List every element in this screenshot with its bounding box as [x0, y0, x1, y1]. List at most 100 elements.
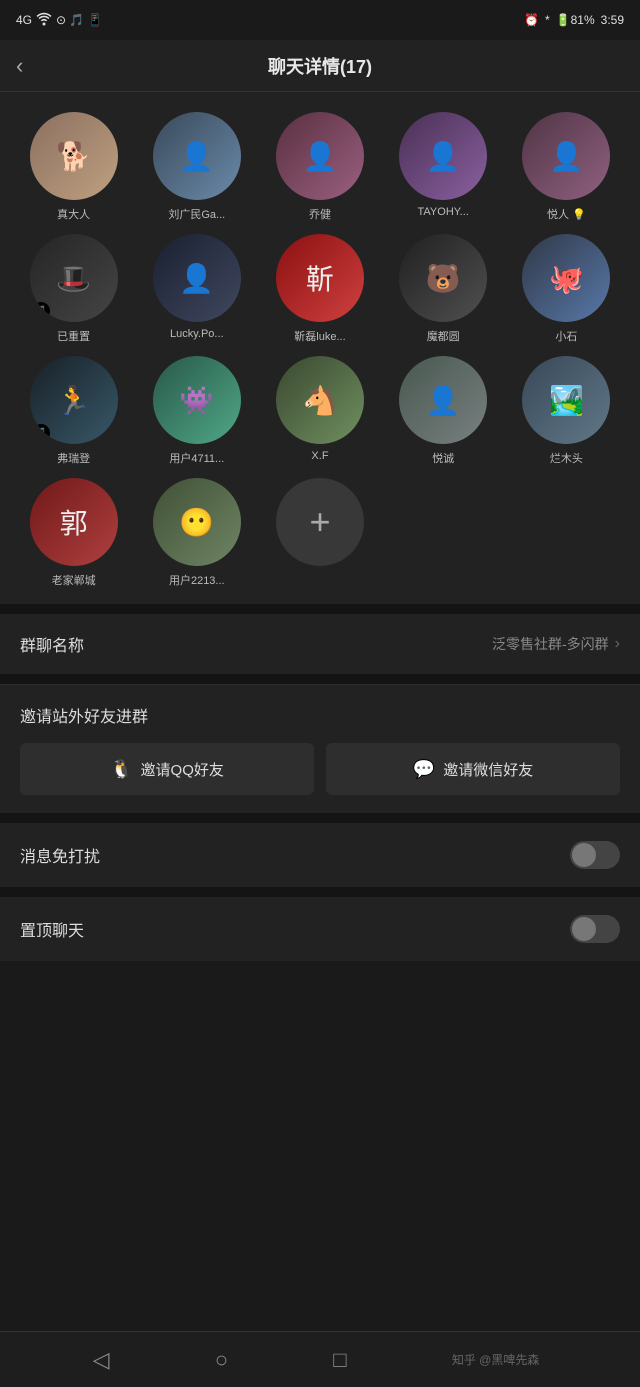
- member-item[interactable]: 🏞️ 烂木头: [509, 356, 624, 466]
- wifi-icon: [36, 12, 52, 29]
- dnd-toggle-knob: [572, 843, 596, 867]
- member-item[interactable]: 🎩 🎵 已重置: [16, 234, 131, 344]
- member-item[interactable]: 🐕 真大人: [16, 112, 131, 222]
- divider-2: [0, 674, 640, 684]
- dnd-toggle[interactable]: [570, 841, 620, 869]
- dnd-section: 消息免打扰: [0, 823, 640, 887]
- member-avatar: 🐻: [399, 234, 487, 322]
- page-title: 聊天详情(17): [268, 53, 372, 79]
- invite-title: 邀请站外好友进群: [20, 703, 620, 727]
- invite-wechat-label: 邀请微信好友: [443, 759, 533, 780]
- member-avatar: 🐙: [522, 234, 610, 322]
- group-name-value: 泛零售社群-多闪群 ›: [492, 634, 620, 654]
- member-item[interactable]: 🏃 🎵 弗瑞登: [16, 356, 131, 466]
- status-right: ⏰ * 🔋81% 3:59: [524, 13, 624, 27]
- member-name: 乔健: [270, 206, 370, 222]
- divider-1: [0, 604, 640, 614]
- member-avatar: 郭: [30, 478, 118, 566]
- member-item[interactable]: 👾 用户4711...: [139, 356, 254, 466]
- member-avatar: 👤: [153, 112, 241, 200]
- member-avatar: 🏃 🎵: [30, 356, 118, 444]
- group-name-label: 群聊名称: [20, 632, 84, 656]
- member-name: 弗瑞登: [24, 450, 124, 466]
- bluetooth-icon: *: [545, 13, 550, 27]
- status-left: 4G ⊙ 🎵 📱: [16, 12, 103, 29]
- member-avatar: 🐴: [276, 356, 364, 444]
- member-name: TAYOHY...: [393, 206, 493, 218]
- pin-row: 置顶聊天: [0, 897, 640, 961]
- qq-icon: 🐧: [110, 759, 132, 780]
- member-name: 老家郸城: [24, 572, 124, 588]
- plus-icon: +: [309, 504, 330, 540]
- time-display: 3:59: [601, 13, 624, 27]
- invite-wechat-button[interactable]: 💬 邀请微信好友: [326, 743, 620, 795]
- signal-icon: 4G: [16, 13, 32, 27]
- member-item[interactable]: 👤 Lucky.Po...: [139, 234, 254, 344]
- member-name: X.F: [270, 450, 370, 462]
- home-nav-button[interactable]: ○: [215, 1347, 228, 1373]
- member-avatar: 靳: [276, 234, 364, 322]
- member-name: 小石: [516, 328, 616, 344]
- watermark: 知乎 @黑啤先森: [452, 1351, 548, 1368]
- member-avatar: 🎩 🎵: [30, 234, 118, 322]
- member-name: Lucky.Po...: [147, 328, 247, 340]
- member-avatar: 🏞️: [522, 356, 610, 444]
- member-name: 悦诚: [393, 450, 493, 466]
- pin-toggle[interactable]: [570, 915, 620, 943]
- member-item[interactable]: 👤 悦人 💡: [509, 112, 624, 222]
- member-item[interactable]: 👤 刘广民Ga...: [139, 112, 254, 222]
- member-avatar: 👤: [399, 112, 487, 200]
- recent-nav-button[interactable]: □: [333, 1347, 346, 1373]
- member-avatar: 👤: [522, 112, 610, 200]
- chevron-right-icon: ›: [615, 635, 620, 653]
- status-bar: 4G ⊙ 🎵 📱 ⏰ * 🔋81% 3:59: [0, 0, 640, 40]
- invite-qq-button[interactable]: 🐧 邀请QQ好友: [20, 743, 314, 795]
- member-name: 刘广民Ga...: [147, 206, 247, 222]
- pin-toggle-knob: [572, 917, 596, 941]
- member-item[interactable]: 🐙 小石: [509, 234, 624, 344]
- invite-buttons: 🐧 邀请QQ好友 💬 邀请微信好友: [20, 743, 620, 795]
- member-item[interactable]: 👤 乔健: [262, 112, 377, 222]
- member-item[interactable]: 郭 老家郸城: [16, 478, 131, 588]
- bottom-nav: ◁ ○ □ 知乎 @黑啤先森: [0, 1331, 640, 1387]
- member-avatar: 👤: [276, 112, 364, 200]
- pin-section: 置顶聊天: [0, 897, 640, 961]
- member-item[interactable]: 👤 TAYOHY...: [386, 112, 501, 222]
- extra-icons: ⊙ 🎵 📱: [56, 13, 103, 27]
- group-name-text: 泛零售社群-多闪群: [492, 634, 609, 654]
- wechat-icon: 💬: [413, 759, 435, 780]
- member-name: 靳磊luke...: [270, 328, 370, 344]
- divider-3: [0, 813, 640, 823]
- dnd-label: 消息免打扰: [20, 843, 100, 867]
- bottom-spacer: [0, 961, 640, 1041]
- dnd-row: 消息免打扰: [0, 823, 640, 887]
- member-item[interactable]: 🐴 X.F: [262, 356, 377, 466]
- member-item[interactable]: 👤 悦诚: [386, 356, 501, 466]
- member-name: 魔都圆: [393, 328, 493, 344]
- member-avatar: 😶: [153, 478, 241, 566]
- invite-section: 邀请站外好友进群 🐧 邀请QQ好友 💬 邀请微信好友: [0, 684, 640, 813]
- alarm-icon: ⏰: [524, 13, 539, 27]
- member-name: 悦人 💡: [516, 206, 616, 222]
- group-name-row[interactable]: 群聊名称 泛零售社群-多闪群 ›: [0, 614, 640, 674]
- member-avatar: 👤: [399, 356, 487, 444]
- member-item[interactable]: 靳 靳磊luke...: [262, 234, 377, 344]
- back-button[interactable]: ‹: [16, 53, 23, 79]
- divider-4: [0, 887, 640, 897]
- members-section: 🐕 真大人 👤 刘广民Ga... 👤 乔健 👤 TAYOHY... 👤 悦人 💡…: [0, 92, 640, 604]
- group-name-section: 群聊名称 泛零售社群-多闪群 ›: [0, 614, 640, 674]
- header: ‹ 聊天详情(17): [0, 40, 640, 92]
- add-member-item[interactable]: +: [262, 478, 377, 588]
- battery-icon: 🔋81%: [556, 13, 595, 27]
- member-avatar: 🐕: [30, 112, 118, 200]
- members-grid: 🐕 真大人 👤 刘广民Ga... 👤 乔健 👤 TAYOHY... 👤 悦人 💡…: [16, 112, 624, 588]
- member-name: 已重置: [24, 328, 124, 344]
- member-avatar: 👤: [153, 234, 241, 322]
- member-item[interactable]: 😶 用户2213...: [139, 478, 254, 588]
- add-member-button[interactable]: +: [276, 478, 364, 566]
- member-name: 用户2213...: [147, 572, 247, 588]
- back-nav-button[interactable]: ◁: [93, 1347, 110, 1373]
- pin-label: 置顶聊天: [20, 917, 84, 941]
- member-name: 烂木头: [516, 450, 616, 466]
- member-item[interactable]: 🐻 魔都圆: [386, 234, 501, 344]
